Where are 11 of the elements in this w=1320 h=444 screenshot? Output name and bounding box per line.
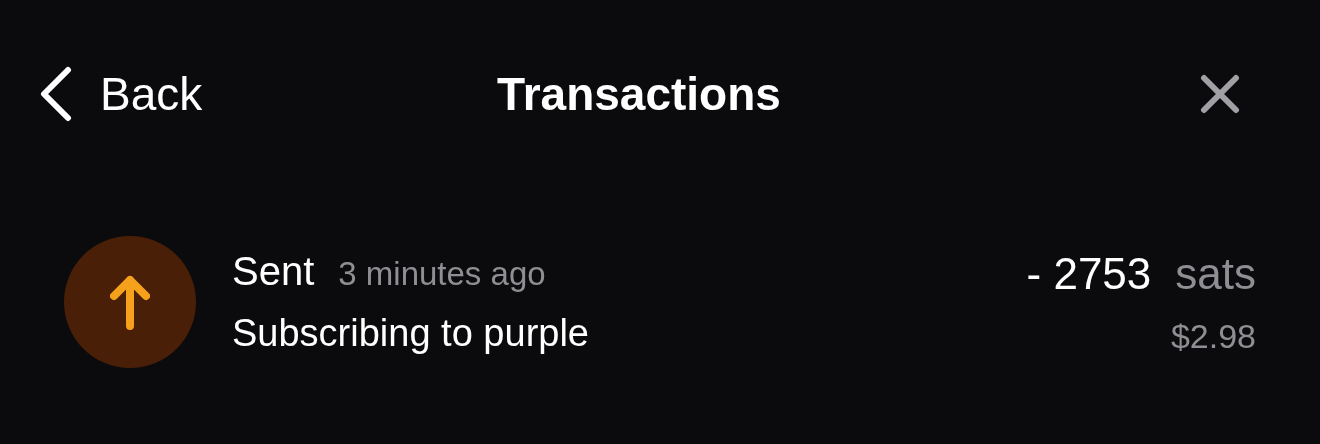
transaction-memo: Subscribing to purple — [232, 312, 590, 355]
transaction-time: 3 minutes ago — [338, 255, 546, 293]
transaction-type: Sent — [232, 249, 315, 294]
page-title: Transactions — [497, 67, 781, 121]
arrow-up-icon — [110, 274, 150, 330]
transaction-amount: - 2753 — [1026, 248, 1152, 299]
back-button[interactable]: Back — [38, 66, 203, 122]
close-button[interactable] — [1200, 74, 1240, 114]
chevron-left-icon — [38, 66, 72, 122]
fiat-amount: $2.98 — [1170, 316, 1256, 356]
amount-unit: sats — [1175, 248, 1256, 299]
